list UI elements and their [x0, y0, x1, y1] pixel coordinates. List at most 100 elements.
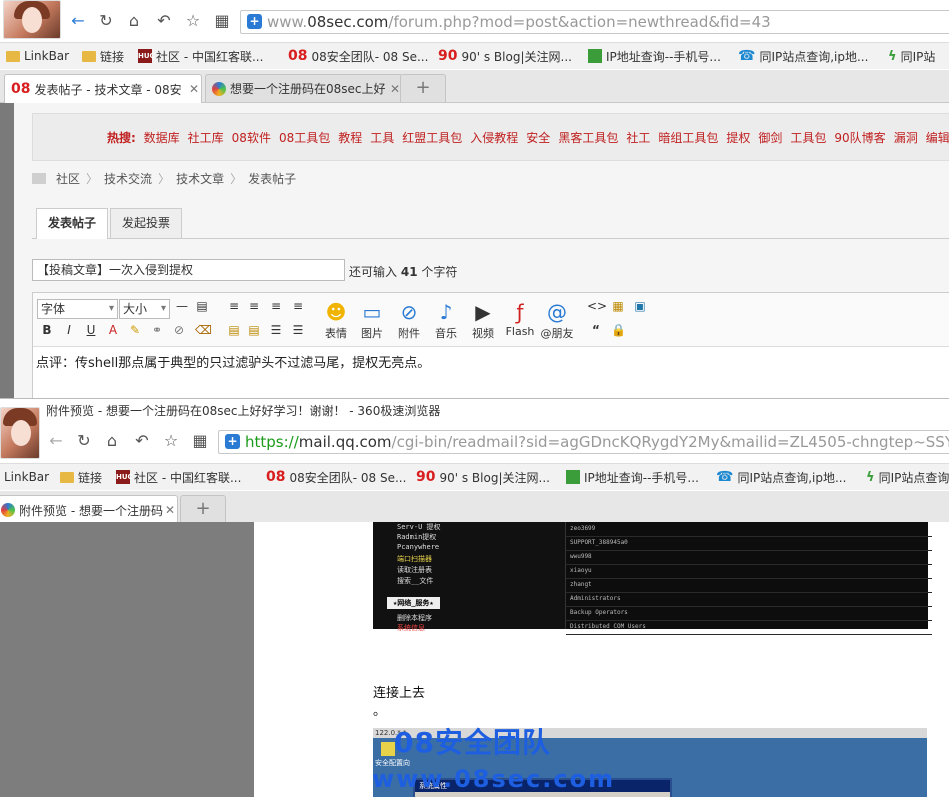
subject-input[interactable]: 【投稿文章】一次入侵到提权	[32, 259, 345, 281]
hot-term[interactable]: 工具包	[790, 131, 826, 145]
hot-term[interactable]: 工具	[370, 131, 394, 145]
hot-term[interactable]: 90队博客	[834, 131, 885, 145]
align-left-icon[interactable]: ≡	[227, 299, 241, 313]
video-tool[interactable]: ▶ 视频	[465, 299, 501, 341]
hot-term[interactable]: 教程	[338, 131, 362, 145]
tab-new-post[interactable]: 08 发表帖子 - 技术文章 - 08安 ✕	[4, 74, 202, 103]
hot-term[interactable]: 红盟工具包	[402, 131, 462, 145]
bookmark-same-ip[interactable]: ☎ 同IP站点查询,ip地...	[738, 48, 868, 64]
align-center-icon[interactable]: ≡	[247, 299, 261, 313]
hot-term[interactable]: 入侵教程	[470, 131, 518, 145]
undo-icon[interactable]: ↶	[132, 431, 152, 451]
bookmark-08sec[interactable]: 08 08安全团队- 08 Se...	[266, 469, 406, 485]
free-content-icon[interactable]: ▣	[633, 299, 647, 313]
hot-term[interactable]: 漏洞	[894, 131, 918, 145]
hot-term[interactable]: 08软件	[232, 131, 271, 145]
bookmark-90s-blog[interactable]: 90 90' s Blog|关注网...	[416, 469, 550, 485]
table-icon[interactable]: ▤	[195, 299, 209, 313]
font-color-icon[interactable]: A	[107, 323, 119, 337]
unlink-icon[interactable]: ⊘	[173, 323, 185, 337]
bold-icon[interactable]: B	[41, 323, 53, 337]
ordered-list-icon[interactable]: ☰	[269, 323, 283, 337]
close-tab-icon[interactable]: ✕	[187, 82, 201, 96]
hot-term[interactable]: 安全	[526, 131, 550, 145]
back-icon[interactable]: ←	[68, 11, 88, 31]
home-icon[interactable]: ⌂	[102, 431, 122, 451]
hot-term[interactable]: 08工具包	[279, 131, 330, 145]
lock-icon[interactable]: 🔒	[611, 323, 626, 337]
apps-grid-icon[interactable]: ▦	[190, 431, 210, 451]
user-avatar[interactable]	[3, 0, 61, 39]
highlight-icon[interactable]: ✎	[129, 323, 141, 337]
breadcrumb-item[interactable]: 社区	[56, 172, 80, 186]
hot-term[interactable]: 社工库	[188, 131, 224, 145]
bookmark-links[interactable]: 链接	[60, 469, 102, 485]
code-icon[interactable]: <>	[587, 299, 607, 313]
bookmark-ip-query[interactable]: IP地址查询--手机号...	[566, 469, 699, 485]
bookmark-same-ip[interactable]: ☎ 同IP站点查询,ip地...	[716, 469, 846, 485]
italic-icon[interactable]: I	[63, 323, 75, 337]
new-tab-button[interactable]: +	[180, 495, 226, 523]
align-justify-icon[interactable]: ≡	[291, 299, 305, 313]
align-right-icon[interactable]: ≡	[269, 299, 283, 313]
user-avatar[interactable]	[0, 407, 40, 459]
bookmark-huc[interactable]: HUC 社区 - 中国红客联...	[138, 48, 263, 64]
attachment-tool[interactable]: ⊘ 附件	[391, 299, 427, 341]
breadcrumb-item[interactable]: 技术文章	[176, 172, 224, 186]
float-right-icon[interactable]: ▤	[247, 323, 261, 337]
at-icon: @	[547, 300, 567, 324]
bookmark-08sec[interactable]: 08 08安全团队- 08 Se...	[288, 48, 428, 64]
link-icon[interactable]: ⚭	[151, 323, 163, 337]
editor-content[interactable]: 点评：传shell那点属于典型的只过滤驴头不过滤马尾，提权无亮点。	[36, 352, 430, 371]
emoticon-tool[interactable]: ☻ 表情	[318, 299, 354, 341]
address-url: https://mail.qq.com/cgi-bin/readmail?sid…	[245, 433, 949, 451]
home-icon[interactable]: ⌂	[124, 11, 144, 31]
hot-term[interactable]: 数据库	[144, 131, 180, 145]
hot-term[interactable]: 提权	[726, 131, 750, 145]
hot-term[interactable]: 社工	[626, 131, 650, 145]
bookmark-ip-query[interactable]: IP地址查询--手机号...	[588, 48, 721, 64]
refresh-icon[interactable]: ↻	[96, 11, 116, 31]
bookmark-linkbar[interactable]: LinkBar	[4, 469, 49, 485]
bookmark-same-ip-2[interactable]: ϟ 同IP站点查询	[866, 469, 949, 485]
shell-menu-item: Serv-U 提权	[397, 523, 441, 531]
new-tab-button[interactable]: +	[400, 74, 446, 102]
hot-term[interactable]: 暗组工具包	[658, 131, 718, 145]
bullet-list-icon[interactable]: ☰	[291, 323, 305, 337]
float-left-icon[interactable]: ▤	[227, 323, 241, 337]
hidden-content-icon[interactable]: ▦	[611, 299, 625, 313]
bookmark-links[interactable]: 链接	[82, 48, 124, 64]
star-icon[interactable]: ☆	[161, 431, 181, 451]
image-tool[interactable]: ▭ 图片	[354, 299, 390, 341]
bookmark-linkbar[interactable]: LinkBar	[6, 48, 69, 64]
mention-tool[interactable]: @ @朋友	[539, 299, 575, 341]
tab-new-post-form[interactable]: 发表帖子	[36, 208, 108, 239]
clear-format-icon[interactable]: ⌫	[195, 323, 212, 337]
bookmark-90s-blog[interactable]: 90 90' s Blog|关注网...	[438, 48, 572, 64]
horizontal-rule-icon[interactable]: —	[175, 299, 189, 313]
tab-new-poll[interactable]: 发起投票	[110, 208, 182, 238]
tab-mail[interactable]: 想要一个注册码在08sec上好 ✕	[205, 74, 403, 102]
hot-term[interactable]: 编辑器	[926, 131, 949, 145]
breadcrumb-item[interactable]: 技术交流	[104, 172, 152, 186]
address-bar[interactable]: + https://mail.qq.com/cgi-bin/readmail?s…	[218, 430, 949, 454]
back-icon[interactable]: ←	[46, 431, 66, 451]
star-icon[interactable]: ☆	[183, 11, 203, 31]
home-icon[interactable]	[32, 173, 46, 184]
bookmark-same-ip-2[interactable]: ϟ 同IP站	[888, 48, 935, 64]
close-tab-icon[interactable]: ✕	[163, 503, 177, 517]
hot-term[interactable]: 黑客工具包	[558, 131, 618, 145]
underline-icon[interactable]: U	[85, 323, 97, 337]
font-size-select[interactable]: 大小	[119, 299, 170, 319]
hot-term[interactable]: 御剑	[758, 131, 782, 145]
undo-icon[interactable]: ↶	[154, 11, 174, 31]
quote-icon[interactable]: “	[589, 323, 603, 337]
flash-tool[interactable]: ƒ Flash	[502, 299, 538, 338]
address-bar[interactable]: + www.08sec.com/forum.php?mod=post&actio…	[240, 10, 949, 34]
refresh-icon[interactable]: ↻	[74, 431, 94, 451]
font-family-select[interactable]: 字体	[37, 299, 118, 319]
music-tool[interactable]: ♪ 音乐	[428, 299, 464, 341]
bookmark-huc[interactable]: HUC 社区 - 中国红客联...	[116, 469, 241, 485]
tab-attachment-preview[interactable]: 附件预览 - 想要一个注册码 ✕	[0, 495, 178, 524]
apps-grid-icon[interactable]: ▦	[212, 11, 232, 31]
